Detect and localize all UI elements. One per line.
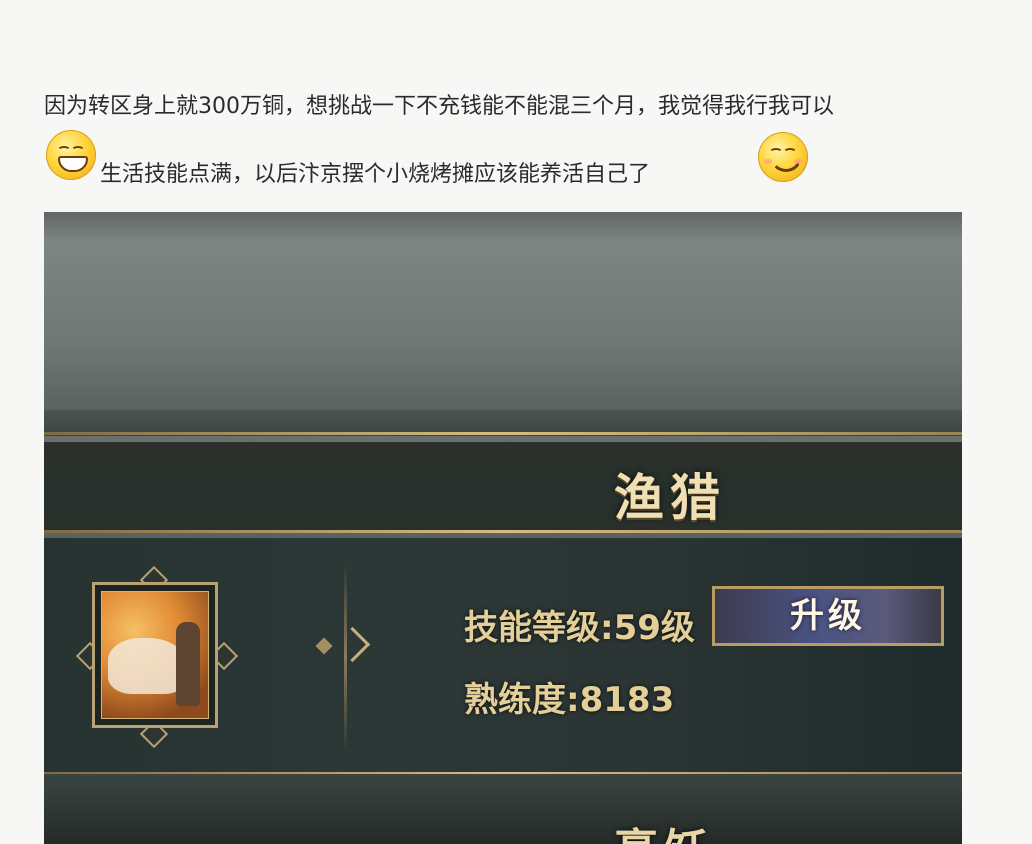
gold-divider (44, 432, 962, 435)
proficiency-label: 熟练度:8183 (464, 680, 675, 720)
next-skill-title: 烹饪 (614, 814, 714, 844)
post-line-2-text: 生活技能点满，以后汴京摆个小烧烤摊应该能养活自己了 (100, 162, 651, 187)
next-skill-bar (44, 774, 962, 844)
hunting-scene-image (101, 591, 209, 719)
skill-title-bar (44, 442, 962, 532)
upgrade-button[interactable]: 升级 (712, 586, 944, 646)
gold-divider (44, 530, 962, 533)
post-line-1: 因为转区身上就300万铜，想挑战一下不充钱能不能混三个月，我觉得我行我可以 (44, 94, 834, 119)
background-area (44, 240, 962, 412)
top-band (44, 212, 962, 240)
skill-title: 渔猎 (614, 469, 726, 527)
skill-level-label: 技能等级:59级 (464, 608, 695, 648)
skill-portrait (92, 582, 218, 728)
game-screenshot: 渔猎 技能等级:59级 熟练度:8183 升级 烹饪 (44, 212, 962, 844)
grin-emoji-icon (46, 130, 96, 180)
smile-emoji-icon (758, 132, 808, 182)
hunter-shape (176, 622, 200, 706)
